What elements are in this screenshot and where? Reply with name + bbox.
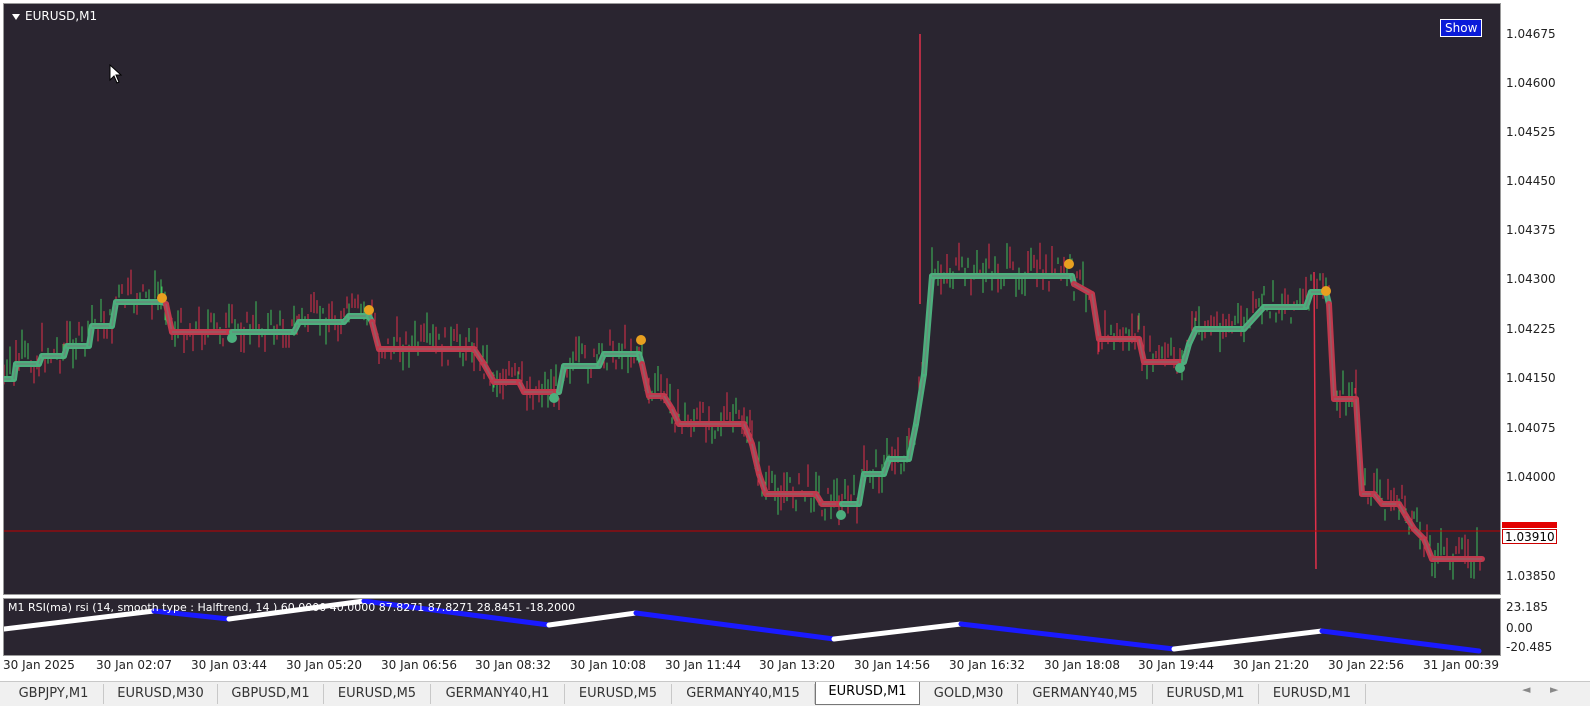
tab-chart[interactable]: GBPUSD,M1 — [218, 684, 324, 704]
mouse-cursor-icon — [109, 64, 123, 84]
time-tick: 30 Jan 10:08 — [570, 658, 646, 672]
rsi-title: M1 RSI(ma) rsi (14, smooth type : Halftr… — [8, 601, 576, 614]
price-chart-canvas[interactable] — [4, 4, 1500, 594]
chart-symbol-title[interactable]: EURUSD,M1 — [12, 9, 97, 23]
price-tick: 1.04000 — [1506, 470, 1556, 484]
rsi-tick: 23.185 — [1506, 600, 1548, 614]
chart-symbol-label: EURUSD,M1 — [25, 9, 98, 23]
time-tick: 30 Jan 16:32 — [949, 658, 1025, 672]
sell-signal-icon — [1321, 286, 1331, 296]
time-tick: 30 Jan 2025 — [3, 658, 75, 672]
chart-window: EURUSD,M1 Show 1.04675 1.04600 1.04525 1… — [0, 0, 1590, 680]
tab-chart[interactable]: GBPJPY,M1 — [4, 684, 104, 704]
price-tick: 1.04675 — [1506, 27, 1556, 41]
time-tick: 30 Jan 19:44 — [1138, 658, 1214, 672]
price-tick: 1.04150 — [1506, 371, 1556, 385]
time-tick: 30 Jan 05:20 — [286, 658, 362, 672]
price-tick: 1.04375 — [1506, 223, 1556, 237]
price-tick: 1.04225 — [1506, 322, 1556, 336]
buy-signal-icon — [227, 333, 237, 343]
rsi-tick: -20.485 — [1506, 640, 1553, 654]
time-tick: 30 Jan 13:20 — [759, 658, 835, 672]
price-tick: 1.04075 — [1506, 421, 1556, 435]
tab-chart[interactable]: EURUSD,M1 — [1153, 684, 1259, 704]
rsi-line — [633, 610, 837, 642]
price-tick: 1.04525 — [1506, 125, 1556, 139]
collapse-triangle-icon[interactable] — [12, 13, 20, 20]
buy-signal-icon — [1175, 363, 1185, 373]
sell-signal-icon — [364, 305, 374, 315]
sell-signal-icon — [157, 293, 167, 303]
current-price-marker — [1502, 522, 1557, 528]
sell-signal-icon — [1064, 259, 1074, 269]
buy-signal-icon — [836, 510, 846, 520]
time-tick: 30 Jan 06:56 — [381, 658, 457, 672]
tab-chart[interactable]: EURUSD,M30 — [104, 684, 218, 704]
rsi-indicator-panel[interactable]: M1 RSI(ma) rsi (14, smooth type : Halftr… — [3, 598, 1501, 656]
time-tick: 31 Jan 00:39 — [1423, 658, 1499, 672]
current-price-label: 1.03910 — [1502, 529, 1557, 544]
price-tick: 1.04450 — [1506, 174, 1556, 188]
time-tick: 30 Jan 08:32 — [475, 658, 551, 672]
chart-tab-bar: GBPJPY,M1 EURUSD,M30 GBPUSD,M1 EURUSD,M5… — [0, 681, 1590, 706]
time-tick: 30 Jan 03:44 — [191, 658, 267, 672]
price-tick: 1.04600 — [1506, 76, 1556, 90]
price-tick: 1.03850 — [1506, 569, 1556, 583]
sell-signal-icon — [636, 335, 646, 345]
time-tick: 30 Jan 21:20 — [1233, 658, 1309, 672]
rsi-line — [1319, 628, 1482, 654]
tab-chart[interactable]: EURUSD,M1 — [1259, 684, 1366, 704]
tab-scroll-left-icon[interactable]: ◄ — [1522, 683, 1530, 696]
buy-signal-icon — [549, 393, 559, 403]
tab-chart[interactable]: EURUSD,M5 — [565, 684, 672, 704]
time-tick: 30 Jan 18:08 — [1044, 658, 1120, 672]
rsi-line — [546, 610, 639, 628]
tab-chart-active[interactable]: EURUSD,M1 — [815, 682, 920, 705]
price-tick: 1.04300 — [1506, 272, 1556, 286]
rsi-line — [831, 621, 964, 642]
time-tick: 30 Jan 22:56 — [1328, 658, 1404, 672]
candle — [1313, 271, 1317, 570]
tab-scroll-right-icon[interactable]: ► — [1550, 683, 1558, 696]
show-button[interactable]: Show — [1440, 19, 1483, 37]
time-tick: 30 Jan 14:56 — [854, 658, 930, 672]
time-tick: 30 Jan 11:44 — [665, 658, 741, 672]
price-chart[interactable]: EURUSD,M1 Show — [3, 3, 1501, 595]
rsi-line — [958, 621, 1177, 652]
tab-chart[interactable]: GERMANY40,H1 — [431, 684, 565, 704]
rsi-line — [1171, 628, 1325, 652]
tab-chart[interactable]: GERMANY40,M15 — [672, 684, 815, 704]
rsi-tick: 0.00 — [1506, 621, 1533, 635]
tab-chart[interactable]: GOLD,M30 — [920, 684, 1018, 704]
tab-chart[interactable]: GERMANY40,M5 — [1018, 684, 1153, 704]
tab-chart[interactable]: EURUSD,M5 — [324, 684, 431, 704]
time-tick: 30 Jan 02:07 — [96, 658, 172, 672]
